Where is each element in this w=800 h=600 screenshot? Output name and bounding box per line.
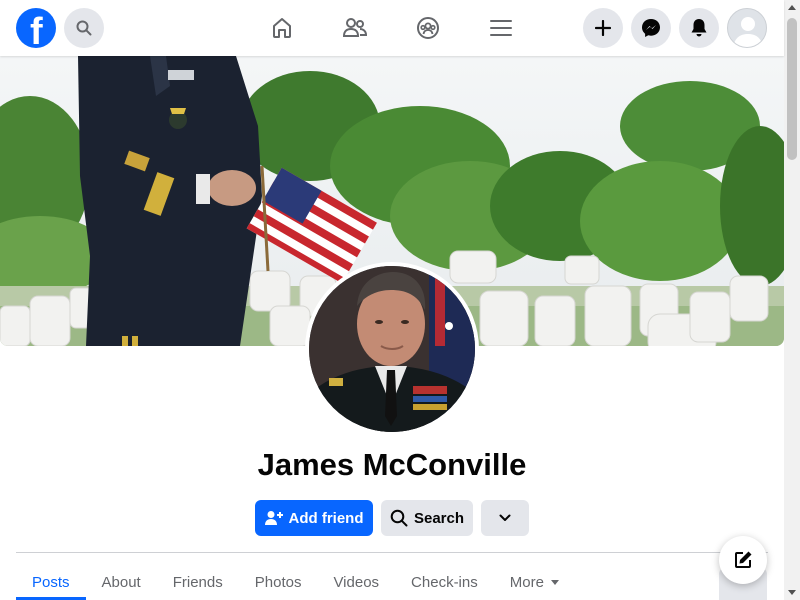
tab-label: About: [101, 574, 141, 591]
messenger-icon: [642, 19, 660, 37]
groups-icon: [417, 17, 439, 39]
bell-icon: [691, 19, 707, 37]
scroll-thumb[interactable]: [787, 18, 797, 160]
profile-picture[interactable]: [305, 262, 479, 436]
scroll-down-arrow[interactable]: [788, 590, 796, 595]
add-friend-label: Add friend: [288, 509, 364, 527]
home-icon: [273, 18, 291, 38]
plus-icon: [595, 20, 611, 36]
messenger-button[interactable]: [631, 8, 671, 48]
tab-label: Check-ins: [411, 574, 478, 591]
search-button[interactable]: [64, 8, 104, 48]
tab-videos[interactable]: Videos: [317, 563, 395, 600]
compose-icon: [735, 551, 752, 568]
top-navigation-bar: f: [0, 0, 784, 56]
tab-photos[interactable]: Photos: [239, 563, 318, 600]
chevron-down-icon: [499, 514, 511, 521]
tab-about[interactable]: About: [86, 563, 157, 600]
search-icon: [390, 509, 408, 527]
search-profile-button[interactable]: Search: [381, 500, 473, 536]
notifications-button[interactable]: [679, 8, 719, 48]
nav-home[interactable]: [262, 8, 302, 48]
create-button[interactable]: [583, 8, 623, 48]
add-person-icon: [264, 511, 283, 525]
search-icon: [76, 20, 92, 36]
tab-label: Friends: [172, 574, 223, 591]
section-divider: [16, 552, 768, 553]
tab-label: Posts: [32, 574, 70, 591]
account-avatar[interactable]: [727, 8, 767, 48]
add-friend-button[interactable]: Add friend: [255, 500, 373, 536]
compose-button[interactable]: [719, 536, 767, 584]
friends-icon: [342, 18, 368, 37]
profile-tabs: Posts About Friends Photos Videos Check-…: [16, 563, 576, 600]
nav-menu[interactable]: [481, 8, 521, 48]
facebook-logo-letter: f: [30, 11, 43, 48]
more-options-button[interactable]: [481, 500, 529, 536]
tab-check-ins[interactable]: Check-ins: [395, 563, 494, 600]
tab-friends[interactable]: Friends: [157, 563, 239, 600]
avatar-silhouette-icon: [733, 17, 763, 47]
tab-label: More: [509, 574, 544, 591]
scroll-up-arrow[interactable]: [788, 5, 796, 10]
search-profile-label: Search: [413, 509, 465, 527]
facebook-logo-icon[interactable]: f: [16, 8, 56, 48]
page-scrollbar[interactable]: [784, 0, 800, 600]
tab-posts[interactable]: Posts: [16, 563, 86, 600]
tab-label: Photos: [254, 574, 302, 591]
profile-picture-image: [309, 266, 475, 432]
nav-friends[interactable]: [335, 8, 375, 48]
menu-icon: [490, 20, 512, 36]
tab-more[interactable]: More: [494, 563, 576, 600]
profile-name: James McConville: [257, 447, 527, 482]
caret-down-icon: [550, 580, 559, 585]
tab-label: Videos: [333, 574, 380, 591]
nav-groups[interactable]: [408, 8, 448, 48]
